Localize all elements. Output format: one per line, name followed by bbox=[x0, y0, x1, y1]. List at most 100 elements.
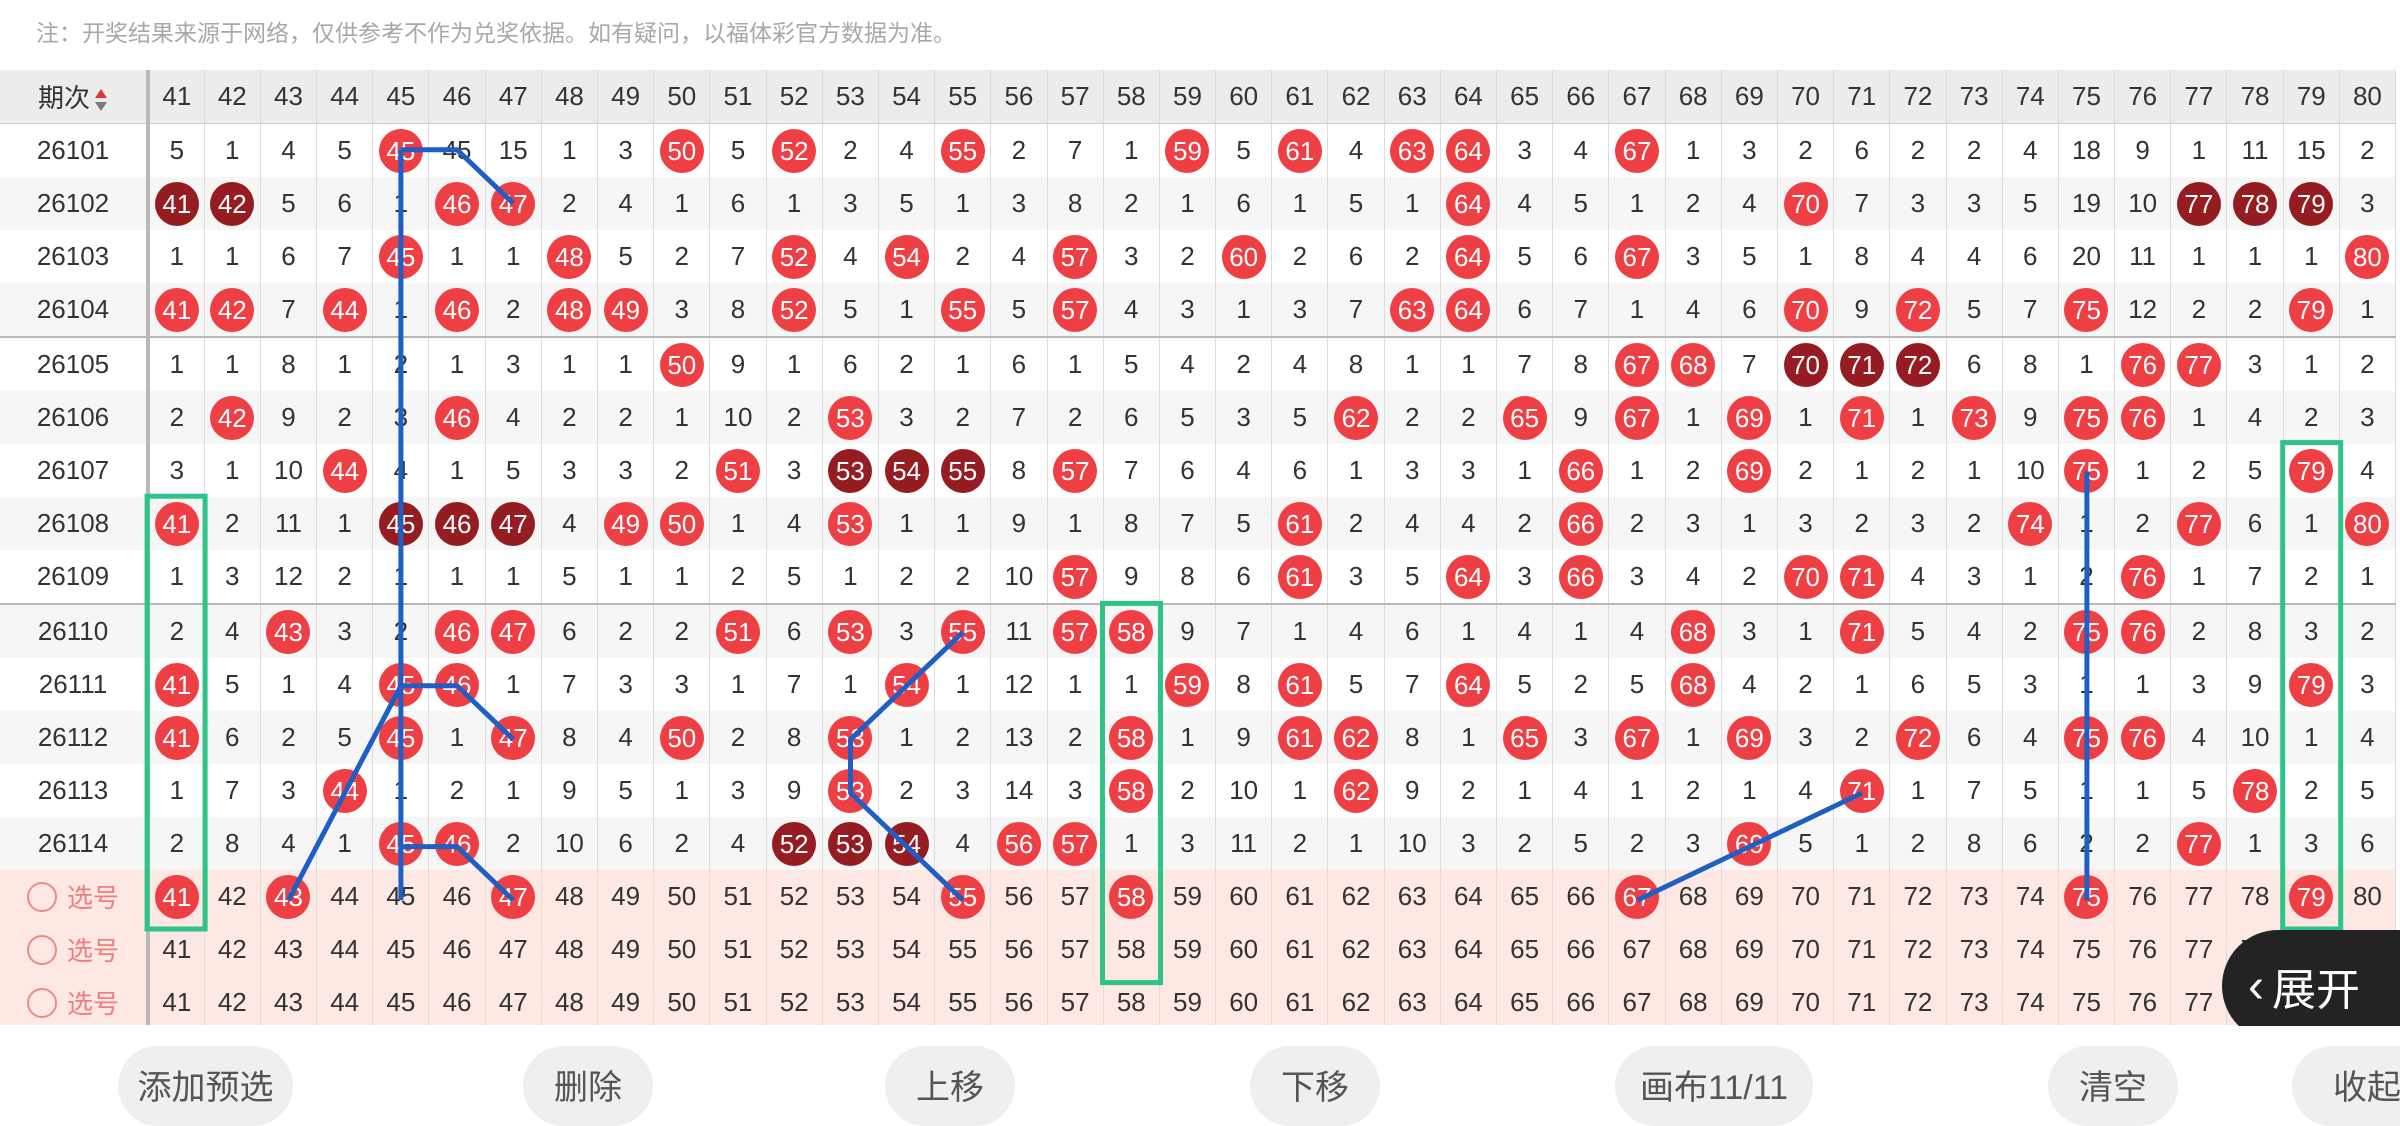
pick-number-cell[interactable]: 77 bbox=[2170, 923, 2228, 976]
bottom-button-5[interactable]: 清空 bbox=[2048, 1046, 2178, 1126]
pick-number-cell[interactable]: 78 bbox=[2226, 870, 2284, 923]
pick-number-cell[interactable]: 65 bbox=[1496, 870, 1554, 923]
pick-number-cell[interactable]: 41 bbox=[148, 923, 205, 976]
pick-number-cell[interactable]: 58 bbox=[1103, 923, 1160, 976]
picked-ball[interactable]: 67 bbox=[1614, 874, 1659, 919]
pick-number-cell[interactable]: 44 bbox=[316, 923, 374, 976]
pick-number-cell[interactable]: 72 bbox=[1889, 870, 1947, 923]
pick-number-cell[interactable]: 58 bbox=[1103, 870, 1160, 923]
pick-number-cell[interactable]: 45 bbox=[372, 976, 430, 1025]
pick-number-cell[interactable]: 51 bbox=[709, 976, 767, 1025]
bottom-button-2[interactable]: 上移 bbox=[885, 1046, 1015, 1126]
pick-number-cell[interactable]: 75 bbox=[2058, 870, 2116, 923]
pick-number-cell[interactable]: 62 bbox=[1327, 976, 1385, 1025]
picked-ball[interactable]: 58 bbox=[1109, 874, 1154, 919]
radio-icon[interactable] bbox=[26, 987, 57, 1018]
pick-number-cell[interactable]: 52 bbox=[766, 976, 823, 1025]
pick-number-cell[interactable]: 65 bbox=[1496, 976, 1554, 1025]
pick-number-cell[interactable]: 45 bbox=[372, 923, 430, 976]
picked-ball[interactable]: 43 bbox=[266, 874, 311, 919]
pick-number-cell[interactable]: 68 bbox=[1665, 870, 1722, 923]
pick-number-cell[interactable]: 47 bbox=[485, 923, 542, 976]
pick-number-cell[interactable]: 41 bbox=[148, 976, 205, 1025]
pick-number-cell[interactable]: 72 bbox=[1889, 976, 1947, 1025]
pick-number-cell[interactable]: 74 bbox=[2002, 976, 2059, 1025]
picked-ball[interactable]: 75 bbox=[2064, 874, 2109, 919]
pick-number-cell[interactable]: 58 bbox=[1103, 976, 1160, 1025]
pick-number-cell[interactable]: 76 bbox=[2114, 976, 2172, 1025]
pick-number-cell[interactable]: 66 bbox=[1552, 870, 1610, 923]
pick-number-cell[interactable]: 57 bbox=[1047, 923, 1104, 976]
pick-number-cell[interactable]: 69 bbox=[1721, 923, 1778, 976]
pick-number-cell[interactable]: 59 bbox=[1159, 870, 1217, 923]
sort-icon[interactable] bbox=[94, 88, 108, 112]
pick-number-cell[interactable]: 71 bbox=[1833, 923, 1891, 976]
pick-number-cell[interactable]: 68 bbox=[1665, 923, 1722, 976]
pick-number-cell[interactable]: 67 bbox=[1608, 976, 1666, 1025]
pick-number-cell[interactable]: 56 bbox=[990, 976, 1048, 1025]
pick-number-cell[interactable]: 47 bbox=[485, 870, 542, 923]
selection-toggle[interactable]: 选号 bbox=[0, 870, 150, 923]
pick-number-cell[interactable]: 73 bbox=[1946, 976, 2003, 1025]
pick-number-cell[interactable]: 57 bbox=[1047, 976, 1104, 1025]
pick-number-cell[interactable]: 61 bbox=[1271, 870, 1329, 923]
pick-number-cell[interactable]: 64 bbox=[1440, 976, 1498, 1025]
pick-number-cell[interactable]: 42 bbox=[204, 870, 261, 923]
pick-number-cell[interactable]: 43 bbox=[260, 976, 318, 1025]
pick-number-cell[interactable]: 75 bbox=[2058, 976, 2116, 1025]
pick-number-cell[interactable]: 44 bbox=[316, 976, 374, 1025]
pick-number-cell[interactable]: 55 bbox=[934, 923, 992, 976]
bottom-button-3[interactable]: 下移 bbox=[1250, 1046, 1380, 1126]
selection-toggle[interactable]: 选号 bbox=[0, 976, 150, 1025]
pick-number-cell[interactable]: 57 bbox=[1047, 870, 1104, 923]
pick-number-cell[interactable]: 50 bbox=[653, 923, 711, 976]
pick-number-cell[interactable]: 68 bbox=[1665, 976, 1722, 1025]
picked-ball[interactable]: 55 bbox=[940, 874, 985, 919]
pick-number-cell[interactable]: 42 bbox=[204, 923, 261, 976]
pick-number-cell[interactable]: 43 bbox=[260, 923, 318, 976]
pick-number-cell[interactable]: 60 bbox=[1215, 976, 1273, 1025]
bottom-button-0[interactable]: 添加预选 bbox=[118, 1046, 293, 1126]
trend-chart[interactable]: 期次 41 42 43 44 45 46 47 48 49 50 51 52 53 54 55 56 57 58 59… bbox=[0, 70, 2400, 1025]
pick-number-cell[interactable]: 74 bbox=[2002, 870, 2059, 923]
pick-number-cell[interactable]: 76 bbox=[2114, 923, 2172, 976]
pick-number-cell[interactable]: 61 bbox=[1271, 976, 1329, 1025]
radio-icon[interactable] bbox=[26, 934, 57, 965]
pick-number-cell[interactable]: 60 bbox=[1215, 923, 1273, 976]
pick-number-cell[interactable]: 45 bbox=[372, 870, 430, 923]
pick-number-cell[interactable]: 54 bbox=[878, 976, 936, 1025]
pick-number-cell[interactable]: 42 bbox=[204, 976, 261, 1025]
pick-number-cell[interactable]: 67 bbox=[1608, 923, 1666, 976]
pick-number-cell[interactable]: 70 bbox=[1777, 870, 1835, 923]
bottom-button-1[interactable]: 删除 bbox=[523, 1046, 653, 1126]
pick-number-cell[interactable]: 77 bbox=[2170, 976, 2228, 1025]
pick-number-cell[interactable]: 54 bbox=[878, 870, 936, 923]
pick-number-cell[interactable]: 71 bbox=[1833, 870, 1891, 923]
pick-number-cell[interactable]: 66 bbox=[1552, 976, 1610, 1025]
pick-number-cell[interactable]: 72 bbox=[1889, 923, 1947, 976]
pick-number-cell[interactable]: 79 bbox=[2283, 870, 2340, 923]
pick-number-cell[interactable]: 54 bbox=[878, 923, 936, 976]
pick-number-cell[interactable]: 41 bbox=[148, 870, 205, 923]
pick-number-cell[interactable]: 53 bbox=[822, 976, 879, 1025]
pick-number-cell[interactable]: 49 bbox=[597, 870, 655, 923]
pick-number-cell[interactable]: 56 bbox=[990, 923, 1048, 976]
pick-number-cell[interactable]: 50 bbox=[653, 976, 711, 1025]
period-column-header[interactable]: 期次 bbox=[0, 70, 150, 124]
pick-number-cell[interactable]: 64 bbox=[1440, 923, 1498, 976]
pick-number-cell[interactable]: 52 bbox=[766, 870, 823, 923]
pick-number-cell[interactable]: 73 bbox=[1946, 870, 2003, 923]
pick-number-cell[interactable]: 66 bbox=[1552, 923, 1610, 976]
pick-number-cell[interactable]: 77 bbox=[2170, 870, 2228, 923]
pick-number-cell[interactable]: 63 bbox=[1384, 976, 1441, 1025]
picked-ball[interactable]: 41 bbox=[154, 874, 199, 919]
pick-number-cell[interactable]: 76 bbox=[2114, 870, 2172, 923]
pick-number-cell[interactable]: 59 bbox=[1159, 923, 1217, 976]
pick-number-cell[interactable]: 71 bbox=[1833, 976, 1891, 1025]
pick-number-cell[interactable]: 50 bbox=[653, 870, 711, 923]
pick-number-cell[interactable]: 62 bbox=[1327, 870, 1385, 923]
pick-number-cell[interactable]: 64 bbox=[1440, 870, 1498, 923]
pick-number-cell[interactable]: 48 bbox=[541, 976, 599, 1025]
pick-number-cell[interactable]: 51 bbox=[709, 923, 767, 976]
pick-number-cell[interactable]: 55 bbox=[934, 870, 992, 923]
